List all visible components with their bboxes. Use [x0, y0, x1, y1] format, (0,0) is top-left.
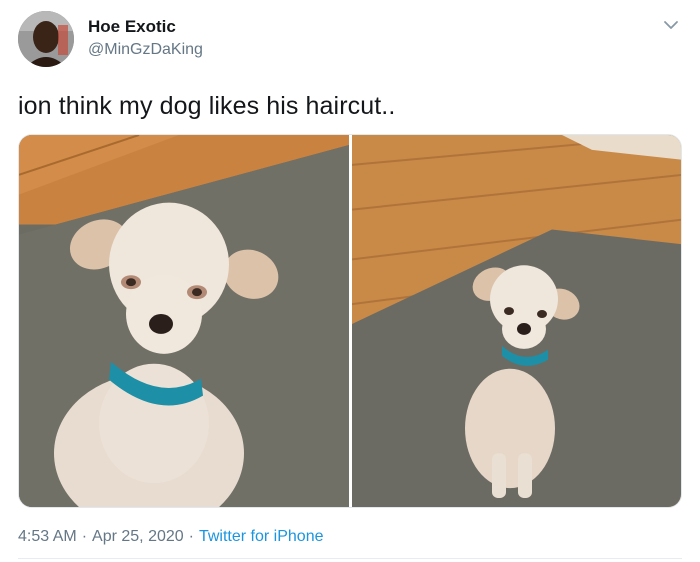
- tweet-meta: 4:53 AM · Apr 25, 2020 · Twitter for iPhone: [18, 528, 323, 546]
- display-name[interactable]: Hoe Exotic: [88, 17, 176, 37]
- tweet-date[interactable]: Apr 25, 2020: [92, 528, 184, 545]
- divider: [18, 558, 682, 559]
- media-grid: [18, 134, 682, 508]
- meta-separator: ·: [81, 528, 88, 545]
- tweet-text: ion think my dog likes his haircut..: [18, 92, 396, 120]
- tweet-time[interactable]: 4:53 AM: [18, 528, 77, 545]
- chevron-down-icon[interactable]: [660, 14, 682, 36]
- tweet-card: Hoe Exotic @MinGzDaKing ion think my dog…: [0, 0, 700, 562]
- meta-separator: ·: [188, 528, 194, 545]
- dog-photo-fullbody[interactable]: [352, 135, 681, 507]
- avatar[interactable]: [18, 11, 74, 67]
- dog-photo-closeup[interactable]: [19, 135, 349, 507]
- user-handle[interactable]: @MinGzDaKing: [88, 41, 203, 59]
- tweet-source-link[interactable]: Twitter for iPhone: [199, 528, 324, 545]
